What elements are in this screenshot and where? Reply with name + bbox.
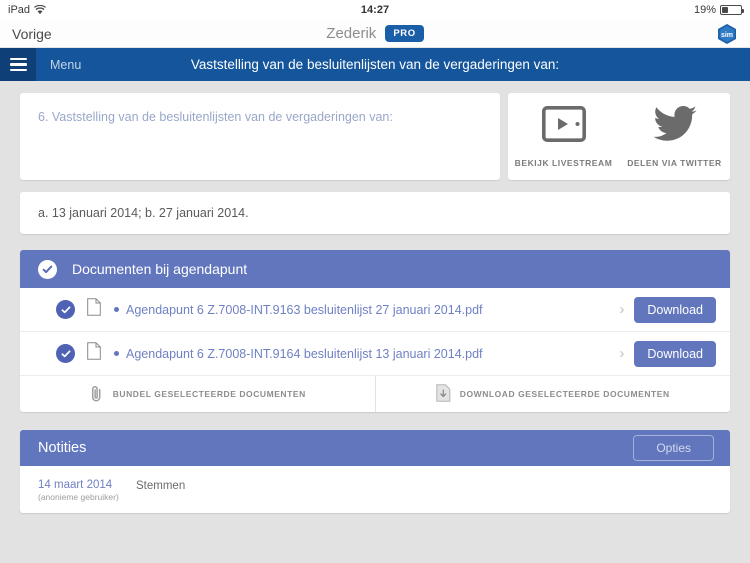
hamburger-menu-icon[interactable] [0, 48, 36, 81]
note-date: 14 maart 2014 [38, 479, 113, 491]
svg-text:sim: sim [721, 32, 733, 39]
battery-icon [720, 5, 744, 15]
livestream-button[interactable]: BEKIJK LIVESTREAM [508, 93, 619, 180]
documents-header-title: Documenten bij agendapunt [72, 261, 248, 277]
menu-label[interactable]: Menu [50, 58, 81, 72]
notes-header: Notities Opties [20, 430, 730, 466]
status-bar: iPad 14:27 19% [0, 0, 750, 20]
battery-percent-label: 19% [693, 4, 716, 16]
documents-header[interactable]: Documenten bij agendapunt [20, 250, 730, 288]
app-toolbar: Menu Vaststelling van de besluitenlijste… [0, 48, 750, 81]
chevron-right-icon[interactable]: › [619, 301, 634, 318]
content-area: 6. Vaststelling van de besluitenlijsten … [0, 81, 750, 514]
dates-text: a. 13 januari 2014; b. 27 januari 2014. [38, 206, 249, 220]
page-icon [87, 342, 101, 365]
notes-options-button[interactable]: Opties [633, 435, 714, 461]
document-download-icon [436, 384, 451, 404]
download-button[interactable]: Download [634, 296, 716, 323]
list-item: 14 maart 2014 (anonieme gebruiker) Stemm… [20, 466, 730, 513]
chevron-right-icon[interactable]: › [619, 345, 634, 362]
document-checkbox[interactable] [56, 344, 75, 363]
document-bullet [114, 307, 119, 312]
pro-badge[interactable]: PRO [385, 25, 424, 42]
status-bar-right: 19% [693, 4, 744, 16]
note-meta: 14 maart 2014 (anonieme gebruiker) [38, 478, 130, 502]
download-selected-documents-label: DOWNLOAD GESELECTEERDE DOCUMENTEN [459, 389, 670, 399]
status-bar-clock: 14:27 [360, 4, 390, 16]
note-body: Stemmen [136, 480, 186, 492]
checkmark-circle-icon[interactable] [38, 259, 57, 279]
document-name[interactable]: Agendapunt 6 Z.7008-INT.9163 besluitenli… [126, 303, 483, 317]
page-title: Zederik [326, 25, 377, 42]
app-screen: iPad 14:27 19% Vorige Zederik PRO sim Me… [0, 0, 750, 563]
twitter-share-button[interactable]: DELEN VIA TWITTER [619, 93, 730, 180]
livestream-monitor-icon [541, 105, 586, 147]
table-row[interactable]: Agendapunt 6 Z.7008-INT.9164 besluitenli… [20, 332, 730, 376]
media-actions-card: BEKIJK LIVESTREAM DELEN VIA TWITTER [508, 93, 730, 180]
bundle-selected-documents-button[interactable]: BUNDEL GESELECTEERDE DOCUMENTEN [20, 376, 375, 412]
sim-logo-icon[interactable]: sim [716, 23, 738, 45]
status-bar-left: iPad [8, 4, 47, 16]
agenda-item-text: 6. Vaststelling van de besluitenlijsten … [38, 110, 393, 124]
documents-actions: BUNDEL GESELECTEERDE DOCUMENTEN DOWNLOAD… [20, 376, 730, 412]
notes-title: Notities [38, 440, 87, 456]
download-selected-documents-button[interactable]: DOWNLOAD GESELECTEERDE DOCUMENTEN [374, 376, 731, 412]
wifi-icon [34, 4, 47, 15]
document-bullet [114, 351, 119, 356]
toolbar-title: Vaststelling van de besluitenlijsten van… [190, 57, 560, 72]
bundle-selected-documents-label: BUNDEL GESELECTEERDE DOCUMENTEN [112, 389, 306, 399]
dates-card: a. 13 januari 2014; b. 27 januari 2014. [20, 192, 730, 234]
document-checkbox[interactable] [56, 300, 75, 319]
download-button[interactable]: Download [634, 340, 716, 367]
top-section: 6. Vaststelling van de besluitenlijsten … [20, 93, 730, 180]
note-author: (anonieme gebruiker) [38, 492, 119, 503]
paperclip-icon [89, 385, 104, 404]
device-label: iPad [8, 4, 31, 16]
twitter-label: DELEN VIA TWITTER [627, 158, 722, 168]
twitter-bird-icon [652, 105, 697, 147]
table-row[interactable]: Agendapunt 6 Z.7008-INT.9163 besluitenli… [20, 288, 730, 332]
nav-title-group: Zederik PRO [0, 20, 750, 47]
navigation-bar: Vorige Zederik PRO sim [0, 20, 750, 48]
document-name[interactable]: Agendapunt 6 Z.7008-INT.9164 besluitenli… [126, 347, 483, 361]
livestream-label: BEKIJK LIVESTREAM [514, 158, 613, 168]
notes-section: Notities Opties 14 maart 2014 (anonieme … [20, 430, 730, 514]
back-button[interactable]: Vorige [12, 26, 52, 42]
page-icon [87, 298, 101, 321]
agenda-item-card: 6. Vaststelling van de besluitenlijsten … [20, 93, 500, 180]
documents-section: Documenten bij agendapunt Agendapunt 6 Z… [20, 250, 730, 412]
